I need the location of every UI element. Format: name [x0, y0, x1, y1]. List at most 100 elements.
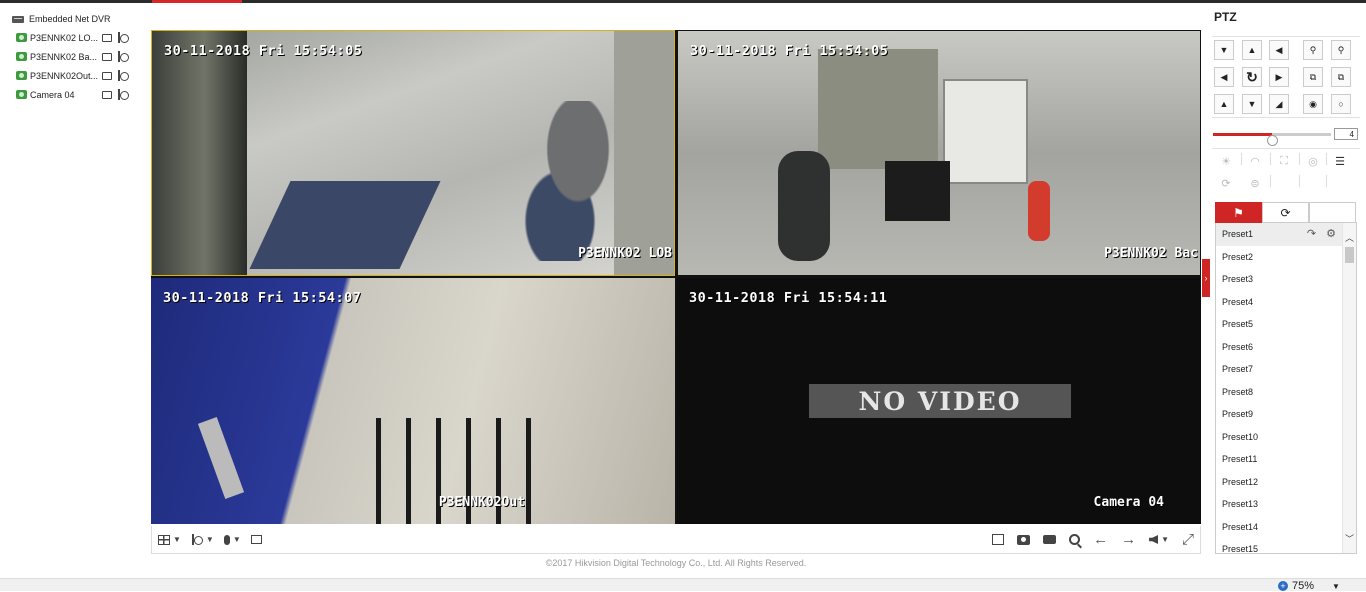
preset-label: Preset9: [1222, 409, 1254, 419]
tree-camera-label: Camera 04: [30, 89, 75, 100]
fullscreen-button[interactable]: ⤢: [1182, 531, 1194, 548]
record-icon[interactable]: [102, 90, 112, 99]
digital-zoom-button[interactable]: [1069, 534, 1081, 545]
preset-item[interactable]: Preset11: [1216, 448, 1342, 471]
record-button[interactable]: [1043, 535, 1057, 544]
preset-item[interactable]: Preset10: [1216, 426, 1342, 449]
stream-button[interactable]: [250, 535, 262, 544]
auto-scan-button[interactable]: ↻: [1242, 67, 1262, 87]
pan-up-left-button[interactable]: ▼: [1214, 40, 1234, 60]
zoom-out-button[interactable]: ⚲: [1303, 40, 1323, 60]
preset-item[interactable]: Preset12: [1216, 471, 1342, 494]
preset-list: Preset1 ↷ ⚙ Preset2 Preset3 Preset4 Preset5 Pre…: [1215, 223, 1357, 554]
auto-focus-icon[interactable]: ⛶: [1272, 151, 1296, 171]
ptz-speed-fill: [1213, 133, 1272, 136]
capture-icon: [1017, 534, 1031, 545]
preset-item[interactable]: Preset14: [1216, 516, 1342, 539]
preset-item[interactable]: Preset13: [1216, 493, 1342, 516]
record-icon[interactable]: [102, 52, 112, 61]
tab-pattern[interactable]: [1309, 202, 1356, 223]
preset-item[interactable]: Preset7: [1216, 358, 1342, 381]
preset-item[interactable]: Preset15: [1216, 538, 1342, 553]
window-layout-button[interactable]: ▼: [158, 534, 181, 545]
pan-down-right-button[interactable]: ◢: [1269, 94, 1289, 114]
stream-icon: [250, 535, 262, 544]
chevron-down-icon[interactable]: ﹀: [1343, 532, 1356, 546]
preset-item[interactable]: Preset2: [1216, 246, 1342, 269]
ptz-speed-slider[interactable]: [1213, 133, 1331, 146]
ptz-icon[interactable]: [117, 89, 129, 100]
preset-item[interactable]: Preset3: [1216, 268, 1342, 291]
3d-zoom-icon[interactable]: ⟳: [1214, 173, 1238, 193]
video-tile-4[interactable]: 30-11-2018 Fri 15:54:11 NO VIDEO Camera …: [677, 278, 1201, 524]
chevron-down-icon: ▼: [1332, 581, 1340, 591]
video-scene: [818, 49, 938, 169]
record-icon[interactable]: [102, 33, 112, 42]
iris-close-button[interactable]: ○: [1331, 94, 1351, 114]
divider: [1299, 153, 1300, 165]
preset-item[interactable]: Preset9: [1216, 403, 1342, 426]
set-preset-icon[interactable]: ⚙: [1326, 223, 1336, 246]
focus-near-button[interactable]: ⧉: [1303, 67, 1323, 87]
3d-positioning-icon[interactable]: ⊜: [1243, 173, 1267, 193]
pan-left-button[interactable]: ◀: [1214, 67, 1234, 87]
tree-root-dvr[interactable]: Embedded Net DVR: [12, 10, 140, 28]
preset-label: Preset6: [1222, 341, 1254, 352]
ptz-speed-handle[interactable]: [1267, 135, 1278, 146]
tilt-up-button[interactable]: ▲: [1242, 40, 1262, 60]
volume-button[interactable]: ▼: [1149, 535, 1169, 544]
tab-preset[interactable]: ⚑: [1215, 202, 1262, 223]
next-page-button[interactable]: →: [1121, 531, 1136, 548]
video-scene: [943, 79, 1028, 184]
scrollbar-thumb[interactable]: [1345, 247, 1354, 263]
pan-up-right-button[interactable]: ◀: [1269, 40, 1289, 60]
zoom-out-icon: ⚲: [1309, 44, 1317, 55]
video-tile-3[interactable]: 30-11-2018 Fri 15:54:07 P3ENNK02Out: [151, 278, 675, 524]
tree-camera-4[interactable]: Camera 04: [12, 85, 140, 104]
record-icon[interactable]: [102, 71, 112, 80]
light-icon[interactable]: ☀: [1214, 151, 1238, 171]
copyright-text: ©2017 Hikvision Digital Technology Co., …: [545, 558, 807, 568]
tilt-down-button[interactable]: ▼: [1242, 94, 1262, 114]
preset-item[interactable]: Preset6: [1216, 336, 1342, 359]
preset-scrollbar[interactable]: ︿ ﹀: [1342, 223, 1356, 553]
video-tile-1[interactable]: 30-11-2018 Fri 15:54:05 P3ENNK02 LOB: [151, 30, 675, 276]
ptz-icon[interactable]: [117, 70, 129, 81]
window-layout-icon: [158, 534, 170, 545]
collapse-panel-button[interactable]: ›: [1202, 259, 1210, 297]
zoom-in-button[interactable]: ⚲: [1331, 40, 1351, 60]
tree-camera-1[interactable]: P3ENNK02 LO...: [12, 28, 140, 47]
preset-label: Preset4: [1222, 296, 1254, 307]
device-tree: Embedded Net DVR P3ENNK02 LO... P3ENNK02…: [12, 10, 140, 104]
preset-item[interactable]: Preset5: [1216, 313, 1342, 336]
zoom-indicator[interactable]: + 75% ▼: [1278, 580, 1340, 592]
chevron-up-icon[interactable]: ︿: [1343, 231, 1356, 245]
next-page-icon: →: [1121, 531, 1137, 548]
preset-item[interactable]: Preset8: [1216, 381, 1342, 404]
tree-camera-3[interactable]: P3ENNK02Out...: [12, 66, 140, 85]
lens-init-icon[interactable]: ◎: [1301, 151, 1325, 171]
tree-camera-2[interactable]: P3ENNK02 Ba...: [12, 47, 140, 66]
video-tile-2[interactable]: 30-11-2018 Fri 15:54:05 P3ENNK02 Bac: [677, 30, 1201, 276]
close-all-button[interactable]: [992, 534, 1005, 545]
prev-page-button[interactable]: ←: [1093, 531, 1108, 548]
wiper-icon[interactable]: ◠: [1243, 151, 1267, 171]
focus-far-button[interactable]: ⧉: [1331, 67, 1351, 87]
ptz-control-button[interactable]: ▼: [191, 534, 214, 545]
ptz-icon[interactable]: [117, 32, 129, 43]
video-scene: [152, 31, 247, 275]
video-scene: [1028, 181, 1050, 241]
iris-open-button[interactable]: ◉: [1303, 94, 1323, 114]
tab-patrol[interactable]: ⟳: [1262, 202, 1309, 223]
pan-right-button[interactable]: ▶: [1269, 67, 1289, 87]
preset-item[interactable]: Preset4: [1216, 291, 1342, 314]
pan-down-left-button[interactable]: ▲: [1214, 94, 1234, 114]
focus-far-icon: ⧉: [1337, 71, 1345, 82]
call-preset-icon[interactable]: ↷: [1307, 223, 1316, 246]
menu-icon[interactable]: ☰: [1328, 151, 1352, 171]
microphone-button[interactable]: ▼: [223, 534, 241, 545]
capture-button[interactable]: [1017, 534, 1031, 545]
camera-icon: [16, 90, 27, 99]
preset-item[interactable]: Preset1 ↷ ⚙: [1216, 223, 1342, 246]
ptz-icon[interactable]: [117, 51, 129, 62]
